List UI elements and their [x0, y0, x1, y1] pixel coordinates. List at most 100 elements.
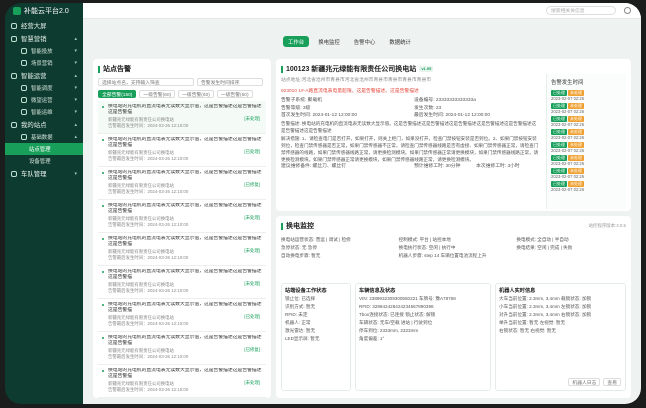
nav-group-ops[interactable]: 智能运营 ▴	[5, 69, 83, 82]
nav-group-station[interactable]: 我的站点 ▴	[5, 118, 83, 131]
chevron-down-icon: ▾	[74, 97, 77, 103]
version-badge: v1.95	[419, 66, 434, 72]
program-version: 站控程序版本:3.0.5	[588, 223, 626, 228]
sidebar: 补能云平台2.0 经营大屏 智慧营销 ▴ 智能投放 ▾ 场景营销 ▾ 智能运营 ▴ 智能…	[5, 3, 83, 404]
brand: 补能云平台2.0	[5, 3, 83, 19]
nav-item-maintain[interactable]: 智能运维 ▾	[5, 106, 83, 118]
ops-icon	[11, 72, 17, 79]
robot-card: 机器人实时信息 大车当前位置: 2.3mm, 3.4mm 载锁状态: 加锁 小车…	[495, 283, 626, 391]
alarm-item[interactable]: 换电站的充电机的直流电表无读数大显示值，这是告警描述这是告警描述这是告警描 新疆兆…	[98, 200, 266, 233]
chevron-down-icon: ▾	[74, 48, 77, 54]
chevron-up-icon: ▴	[74, 72, 77, 79]
auto-step: 自动换电步骤: 暂无	[281, 253, 321, 258]
tab-statistics[interactable]: 数据统计	[384, 36, 416, 47]
monitor-panel: 换电监控 站控程序版本:3.0.5 换电站运营状态: 营运 | 调试 | 检修 控…	[276, 216, 631, 398]
nav-item-dispatch[interactable]: 智能调度 ▾	[5, 82, 83, 94]
alarm-item[interactable]: 换电站的充电机的直流电表无读数大显示值，这是告警描述这是告警描述这是告警描 新疆兆…	[98, 167, 266, 200]
timeline-row: 已处理 未处理 2023-02-07 02:26	[551, 116, 585, 127]
filter-level1[interactable]: 一级告警(60)	[139, 90, 176, 98]
maintain-icon	[21, 109, 27, 115]
chevron-up-icon: ▴	[74, 35, 77, 42]
nav-item-scene[interactable]: 场景营销 ▾	[5, 57, 83, 69]
actual-hours: 本次维修工时: 3小时	[476, 163, 520, 169]
chevron-up-icon: ▴	[74, 121, 77, 128]
chevron-down-icon: ▾	[74, 85, 77, 91]
alarm-item[interactable]: 换电站的充电机的直流电表无读数大显示值，这是告警描述这是告警描述这是告警描 新疆兆…	[98, 266, 266, 299]
top-tabs: 工作台 换电监控 告警中心 数据统计	[283, 36, 416, 47]
filter-level3[interactable]: 一级告警(60)	[216, 90, 253, 98]
alarm-item[interactable]: 换电站的充电机的直流电表无读数大显示值，这是告警描述这是告警描述这是告警描 新疆兆…	[98, 233, 266, 266]
ad-icon	[21, 48, 27, 54]
timeline-row: 已处理 未处理 2023-02-07 02:26	[551, 90, 585, 101]
title-bar-icon	[98, 65, 100, 73]
alarm-timeline: 告警发生时间 已处理 未处理 2023-02-07 02:26 已处理 未处理 2023…	[546, 74, 626, 209]
alarm-item[interactable]: 换电站的充电机的直流电表无读数大显示值，这是告警描述这是告警描述这是告警描 新疆兆…	[98, 332, 266, 365]
swap-result: 换电结果: 空闲 | 完成 | 失败	[516, 245, 573, 250]
timeline-row: 已处理 未处理 2023-02-07 02:26	[551, 142, 585, 153]
sort-select[interactable]: 告警发生时间排序	[197, 78, 263, 86]
chevron-down-icon: ▾	[74, 60, 77, 66]
timeline-row: 已处理 未处理 2023-02-07 02:26	[551, 129, 585, 140]
device-frame: 补能云平台2.0 经营大屏 智慧营销 ▴ 智能投放 ▾ 场景营销 ▾ 智能运营 ▴ 智能…	[5, 3, 641, 404]
timeline-row: 已处理 未处理 2023-02-07 02:26	[551, 181, 585, 192]
timeline-row: 已处理 未处理 2023-02-07 02:26	[551, 168, 585, 179]
tab-swap-monitor[interactable]: 换电监控	[313, 36, 345, 47]
detail-right: 设备编号: 23333333333333a 发生次数: 23 最后发生时间: 2…	[414, 98, 490, 118]
swap-exec-status: 换电执行状态: 空闲 | 执行中	[398, 245, 456, 250]
view-button[interactable]: 查看	[603, 378, 621, 386]
tab-alarm-center[interactable]: 告警中心	[349, 36, 381, 47]
filter-level2[interactable]: 一级告警(60)	[178, 90, 214, 98]
nav-item-device-manage[interactable]: 设备管理	[5, 155, 83, 167]
nav-group-screen[interactable]: 经营大屏	[5, 19, 83, 32]
global-search-input[interactable]: 搜索相关关信息	[546, 6, 616, 15]
station-device-card: 站端设备工作状态 锁止位: 已选择 识别方式: 暂无 RFID: 未定 机器人:…	[281, 283, 351, 391]
chevron-up-icon: ▴	[74, 134, 77, 140]
solution-text: 解决措施: 1、请检查电门是否打开，如果打开，则关上柜门，如果没打开，检查门禁按…	[281, 135, 539, 162]
alarm-item[interactable]: 换电站的充电机的直流电表无读数大显示值，这是告警描述这是告警描述这是告警描 新疆兆…	[98, 101, 266, 134]
topbar: 搜索相关关信息	[83, 3, 641, 19]
op-status[interactable]: 换电站运营状态: 营运 | 调试 | 检修	[281, 236, 399, 244]
settings-icon[interactable]	[624, 7, 631, 14]
main-area: 搜索相关关信息 工作台 换电监控 告警中心 数据统计 站点告警 选择站点名，支持…	[83, 3, 641, 404]
nav-item-station-manage[interactable]: 站点管理	[5, 143, 83, 155]
alarm-panel: 站点告警 选择站点名，支持输入筛查 告警发生时间排序 全部告警(150) 一级告…	[93, 59, 271, 398]
alarm-item[interactable]: 换电站的充电机的直流电表无读数大显示值，这是告警描述这是告警描述这是告警描 新疆兆…	[98, 365, 266, 398]
control-mode[interactable]: 控制模式: 平台 | 站控本地	[399, 236, 517, 244]
station-search-input[interactable]: 选择站点名，支持输入筛查	[98, 78, 194, 86]
nav-group-fleet[interactable]: 车队管理 ▾	[5, 167, 83, 180]
dispatch-icon	[21, 85, 27, 91]
vehicle-card: 车辆信息及状态 VIN: 2389932309300550221 车牌号: 豫A…	[355, 283, 491, 391]
nav-item-micro[interactable]: 微望运营 ▾	[5, 94, 83, 106]
station-panel: 100123 新疆兆元绿能有限责任公司换电站 v1.95 站点地址:河北省沧州市青…	[276, 59, 631, 211]
alarm-title: 站点告警	[98, 64, 266, 74]
marketing-icon	[11, 35, 17, 42]
title-bar-icon	[281, 65, 283, 73]
spare-parts: 建议维修备件: 螺丝刀、螺丝钉	[281, 163, 347, 169]
chevron-down-icon: ▾	[74, 109, 77, 115]
station-name: 100123 新疆兆元绿能有限责任公司换电站 v1.95	[281, 64, 626, 74]
scene-icon	[21, 60, 27, 66]
fleet-icon	[11, 170, 17, 177]
nav-item-basic[interactable]: 基础数据 ▴	[5, 131, 83, 143]
estimated-hours: 预计维修工时: 30分钟	[414, 163, 461, 169]
robot-log-button[interactable]: 机器人日志	[568, 378, 601, 386]
alarm-item[interactable]: 换电站的充电机的直流电表无读数大显示值，这是告警描述这是告警描述这是告警描 新疆兆…	[98, 134, 266, 167]
filter-all[interactable]: 全部告警(150)	[98, 90, 137, 98]
micro-icon	[21, 97, 27, 103]
title-bar-icon	[281, 222, 283, 230]
swap-mode[interactable]: 换电模式: 全自动 | 半自动	[516, 236, 626, 244]
emergency-status: 急停状态: 无 急停	[281, 245, 317, 250]
alarm-list: 换电站的充电机的直流电表无读数大显示值，这是告警描述这是告警描述这是告警描 新疆兆…	[98, 101, 266, 398]
timeline-row: 已处理 未处理 2023-02-07 02:26	[551, 103, 585, 114]
chevron-down-icon: ▾	[74, 170, 77, 177]
monitor-title: 换电监控	[281, 221, 314, 231]
screen-icon	[11, 22, 17, 29]
detail-left: 告警子系统: 聚载机 告警等级: 3级 首次发生时间: 2024-01-12 1…	[281, 98, 357, 118]
alarm-description: 告警描述: 换电站的充电机的直流电表无读数大显示值。这是告警描述这是告警描述这是…	[281, 120, 537, 133]
nav-group-marketing[interactable]: 智慧营销 ▴	[5, 32, 83, 45]
nav-item-ad[interactable]: 智能投放 ▾	[5, 45, 83, 57]
robot-step: 机器人步骤: step 14 车辆位置电池流程上升	[398, 253, 487, 258]
station-icon	[11, 121, 17, 128]
alarm-item[interactable]: 换电站的充电机的直流电表无读数大显示值，这是告警描述这是告警描述这是告警描 新疆兆…	[98, 299, 266, 332]
tab-workbench[interactable]: 工作台	[283, 36, 310, 47]
